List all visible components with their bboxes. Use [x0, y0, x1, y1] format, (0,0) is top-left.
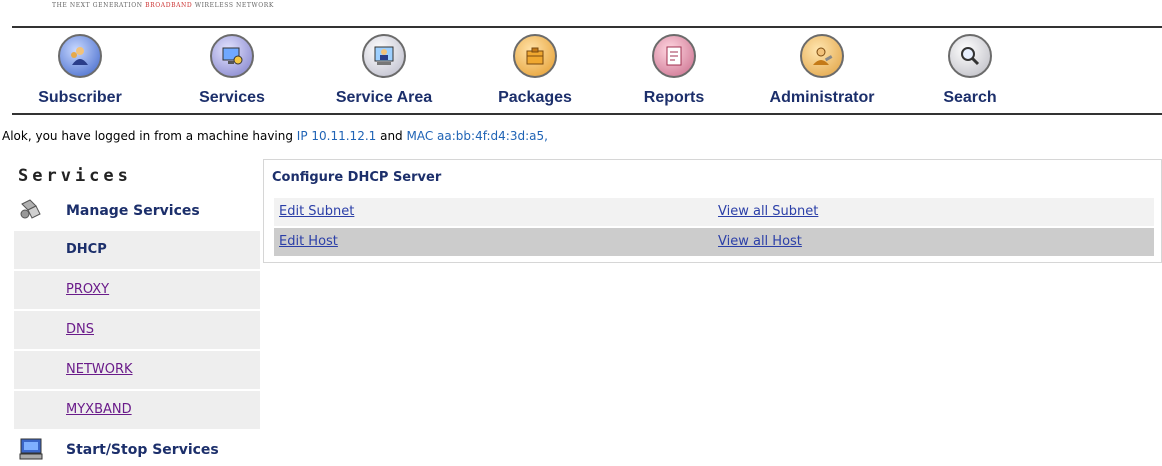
tagline-text-end: WIRELESS NETWORK — [192, 2, 274, 9]
login-ip: IP 10.11.12.1 — [296, 129, 377, 143]
sidebar-item-network[interactable]: NETWORK — [14, 351, 260, 389]
nav-label: Subscriber — [38, 89, 122, 106]
tagline-text: THE NEXT GENERATION — [52, 2, 146, 9]
nav-services[interactable]: Services — [182, 30, 282, 107]
sidebar-startstop-label: Start/Stop Services — [66, 442, 219, 458]
services-icon — [210, 34, 254, 78]
nav-subscriber[interactable]: Subscriber — [30, 30, 130, 107]
sidebar-item-proxy[interactable]: PROXY — [14, 271, 260, 309]
nav-label: Service Area — [335, 89, 433, 106]
search-icon — [948, 34, 992, 78]
table-row: Edit Host View all Host — [274, 228, 1154, 256]
packages-icon — [513, 34, 557, 78]
sidebar-item-label[interactable]: MYXBAND — [66, 402, 132, 417]
sidebar-item-label: DHCP — [66, 242, 107, 257]
login-info: Alok, you have logged in from a machine … — [2, 129, 548, 143]
nav-label: Reports — [643, 89, 705, 106]
sidebar-manage-label: Manage Services — [66, 203, 200, 219]
table-row: Edit Subnet View all Subnet — [274, 198, 1154, 226]
sidebar-start-stop-services[interactable]: Start/Stop Services — [14, 434, 260, 466]
nav-search[interactable]: Search — [920, 30, 1020, 107]
site-tagline: THE NEXT GENERATION BROADBAND WIRELESS N… — [52, 2, 274, 9]
login-text-and: and — [376, 129, 407, 143]
edit-subnet-link[interactable]: Edit Subnet — [279, 204, 354, 219]
sidebar-item-dhcp[interactable]: DHCP — [14, 231, 260, 269]
view-all-host-link[interactable]: View all Host — [718, 234, 802, 249]
sidebar-item-label[interactable]: PROXY — [66, 282, 109, 297]
sidebar-item-label[interactable]: DNS — [66, 322, 94, 337]
reports-icon — [652, 34, 696, 78]
dhcp-config-panel: Configure DHCP Server Edit Subnet View a… — [263, 159, 1162, 263]
service-area-icon — [362, 34, 406, 78]
nav-reports[interactable]: Reports — [624, 30, 724, 107]
view-all-subnet-link[interactable]: View all Subnet — [718, 204, 818, 219]
header-divider — [12, 26, 1162, 28]
nav-label: Administrator — [769, 89, 875, 106]
main-nav: Subscriber Services Service Area Package… — [0, 30, 1162, 110]
nav-service-area[interactable]: Service Area — [314, 30, 454, 107]
nav-label: Search — [943, 89, 997, 106]
subscriber-icon — [58, 34, 102, 78]
sidebar-item-label[interactable]: NETWORK — [66, 362, 133, 377]
sidebar-title: Services — [18, 166, 132, 186]
login-text: Alok, you have logged in from a machine … — [2, 129, 297, 143]
sidebar-item-myxband[interactable]: MYXBAND — [14, 391, 260, 429]
computer-icon — [18, 437, 44, 461]
nav-label: Services — [199, 89, 265, 106]
login-mac: MAC aa:bb:4f:d4:3d:a5, — [406, 129, 548, 143]
nav-administrator[interactable]: Administrator — [752, 30, 892, 107]
manage-services-icon — [18, 198, 44, 222]
edit-host-link[interactable]: Edit Host — [279, 234, 338, 249]
nav-divider — [12, 113, 1162, 115]
sidebar-item-dns[interactable]: DNS — [14, 311, 260, 349]
administrator-icon — [800, 34, 844, 78]
nav-label: Packages — [498, 89, 572, 106]
tagline-emphasis: BROADBAND — [145, 2, 193, 9]
panel-title: Configure DHCP Server — [272, 170, 442, 185]
sidebar-manage-services[interactable]: Manage Services — [14, 195, 260, 227]
nav-packages[interactable]: Packages — [480, 30, 590, 107]
